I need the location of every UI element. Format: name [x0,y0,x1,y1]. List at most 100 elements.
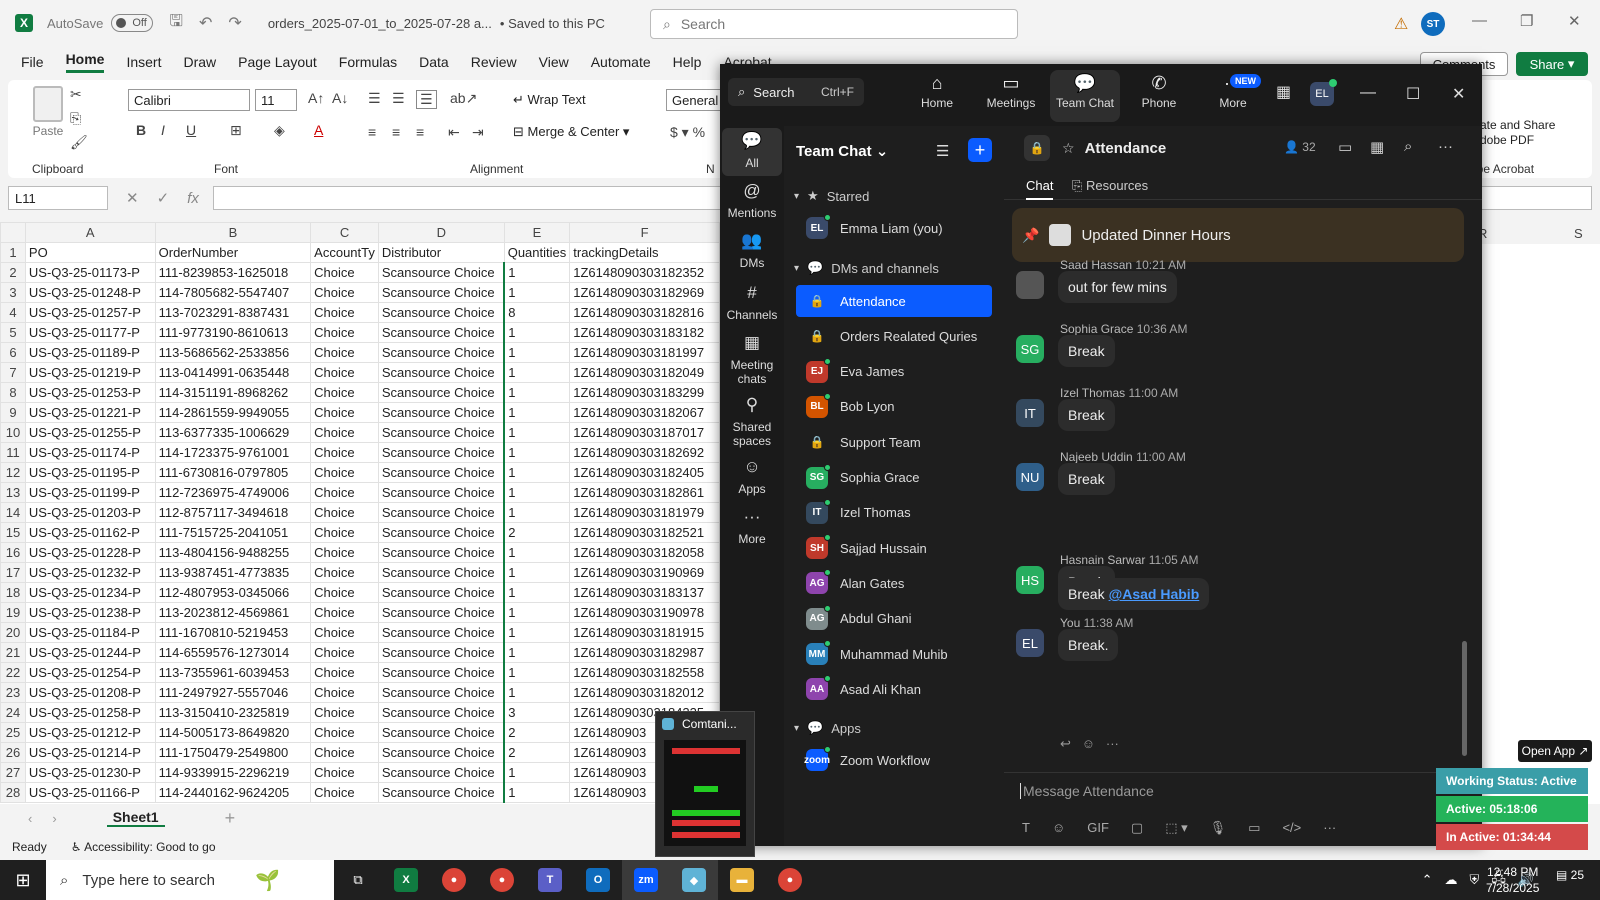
copy-icon[interactable]: ⎘ [70,110,81,127]
windows-start-icon[interactable]: ⊞ [0,870,46,891]
rail-apps[interactable]: ☺ Apps [722,458,782,496]
table-cell[interactable]: 1 [503,762,571,783]
table-cell[interactable]: Choice [310,622,379,643]
tab-chat[interactable]: Chat [1026,178,1054,200]
table-cell[interactable]: Scansource Choice [377,582,505,603]
table-cell[interactable]: US-Q3-25-01184-P [24,622,156,643]
header-cell[interactable]: Quantities [503,242,571,263]
avatar[interactable]: EL [1016,629,1044,657]
table-cell[interactable]: 1Z6148090303182521 [569,522,720,543]
table-cell[interactable]: Choice [310,462,379,483]
video-message-icon[interactable]: ▭ [1248,820,1260,836]
avatar[interactable] [1016,271,1044,299]
table-cell[interactable]: 1 [503,422,571,443]
menu-data[interactable]: Data [419,54,449,70]
row-number[interactable]: 15 [0,522,26,543]
table-cell[interactable]: US-Q3-25-01195-P [24,462,156,483]
table-cell[interactable]: 1Z6148090303182987 [569,642,720,663]
row-number[interactable]: 5 [0,322,26,343]
message-bubble[interactable]: Break. [1058,629,1119,661]
new-chat-button[interactable]: + [968,138,992,162]
table-cell[interactable]: US-Q3-25-01254-P [24,662,156,683]
header-cell[interactable]: OrderNumber [154,242,312,263]
row-number[interactable]: 22 [0,662,26,683]
table-cell[interactable]: Choice [310,662,379,683]
menu-automate[interactable]: Automate [591,54,651,70]
table-cell[interactable]: 1Z6148090303182861 [569,482,720,503]
chat-list-item[interactable]: AG Alan Gates [796,567,992,599]
rail-all[interactable]: 💬 All [722,128,782,176]
chat-list-item[interactable]: zoom Zoom Workflow [796,744,992,776]
table-cell[interactable]: 1Z6148090303187017 [569,422,720,443]
table-cell[interactable]: 111-6730816-0797805 [154,462,312,483]
row-number[interactable]: 18 [0,582,26,603]
row-number[interactable]: 4 [0,302,26,323]
row-number[interactable]: 27 [0,762,26,783]
row-number[interactable]: 2 [0,262,26,283]
table-cell[interactable]: 112-4807953-0345066 [154,582,312,603]
member-count[interactable]: 👤 32 [1284,140,1316,154]
table-cell[interactable]: 1Z6148090303182012 [569,682,720,703]
table-cell[interactable]: US-Q3-25-01244-P [24,642,156,663]
channel-title[interactable]: Attendance [1085,140,1167,157]
borders-icon[interactable]: ⊞ [230,122,242,139]
table-cell[interactable]: 111-2497927-5557046 [154,682,312,703]
row-number[interactable]: 11 [0,442,26,463]
table-cell[interactable]: 1Z6148090303182058 [569,542,720,563]
row-number[interactable]: 6 [0,342,26,363]
row-number[interactable]: 20 [0,622,26,643]
table-cell[interactable]: US-Q3-25-01238-P [24,602,156,623]
table-cell[interactable]: 114-9339915-2296219 [154,762,312,783]
gif-icon[interactable]: GIF [1087,820,1109,836]
reply-icon[interactable]: ↩ [1060,736,1071,751]
table-cell[interactable]: Scansource Choice [377,262,505,283]
taskbar-zoom[interactable]: zm [622,860,670,900]
table-cell[interactable]: 113-4804156-9488255 [154,542,312,563]
row-number[interactable]: 8 [0,382,26,403]
table-cell[interactable]: Choice [310,762,379,783]
increase-indent-icon[interactable]: ⇥ [472,124,484,141]
chat-list-item[interactable]: SH Sajjad Hussain [796,532,992,564]
dms-section[interactable]: ▾ 💬 DMs and channels [794,260,939,276]
table-cell[interactable]: US-Q3-25-01253-P [24,382,156,403]
code-icon[interactable]: </> [1282,820,1301,836]
prev-sheet-icon[interactable]: ‹ [28,811,32,826]
chevron-up-icon[interactable]: ⌃ [1422,872,1433,888]
table-cell[interactable]: 1Z6148090303182692 [569,442,720,463]
table-cell[interactable]: 111-8239853-1625018 [154,262,312,283]
table-cell[interactable]: 1Z6148090303182352 [569,262,720,283]
table-cell[interactable]: Choice [310,542,379,563]
task-view-icon[interactable]: ⧉ [334,860,382,900]
header-cell[interactable]: Distributor [377,242,505,263]
table-cell[interactable]: 1Z6148090303183299 [569,382,720,403]
rail-dms[interactable]: 👥 DMs [722,232,782,270]
table-cell[interactable]: 1 [503,342,571,363]
table-cell[interactable]: Scansource Choice [377,682,505,703]
table-cell[interactable]: US-Q3-25-01230-P [24,762,156,783]
redo-icon[interactable]: ↷ [228,13,241,33]
table-cell[interactable]: Scansource Choice [377,542,505,563]
rail-channels[interactable]: # Channels [722,284,782,322]
header-cell[interactable]: AccountTy [310,242,379,263]
table-cell[interactable]: 113-2023812-4569861 [154,602,312,623]
warning-icon[interactable]: ⚠ [1394,14,1408,34]
tab-resources[interactable]: ⎘ Resources [1072,178,1148,194]
row-number[interactable]: 1 [0,242,26,263]
table-cell[interactable]: Choice [310,402,379,423]
table-cell[interactable]: 1Z6148090303182049 [569,362,720,383]
row-number[interactable]: 21 [0,642,26,663]
add-sheet-icon[interactable]: + [225,808,236,829]
table-cell[interactable]: Scansource Choice [377,642,505,663]
menu-insert[interactable]: Insert [126,54,161,70]
column-header-d[interactable]: D [377,222,505,243]
notification-icon[interactable]: ▤ 25 [1556,868,1584,882]
row-number[interactable]: 13 [0,482,26,503]
security-icon[interactable]: ⛨ [1470,872,1480,888]
table-cell[interactable]: Scansource Choice [377,722,505,743]
name-box[interactable]: L11 [8,186,108,210]
emoji-reaction-icon[interactable]: ☺ [1082,736,1095,751]
font-color-icon[interactable]: A [314,122,323,138]
table-cell[interactable]: 1 [503,582,571,603]
menu-home[interactable]: Home [65,51,105,73]
table-cell[interactable]: Choice [310,282,379,303]
